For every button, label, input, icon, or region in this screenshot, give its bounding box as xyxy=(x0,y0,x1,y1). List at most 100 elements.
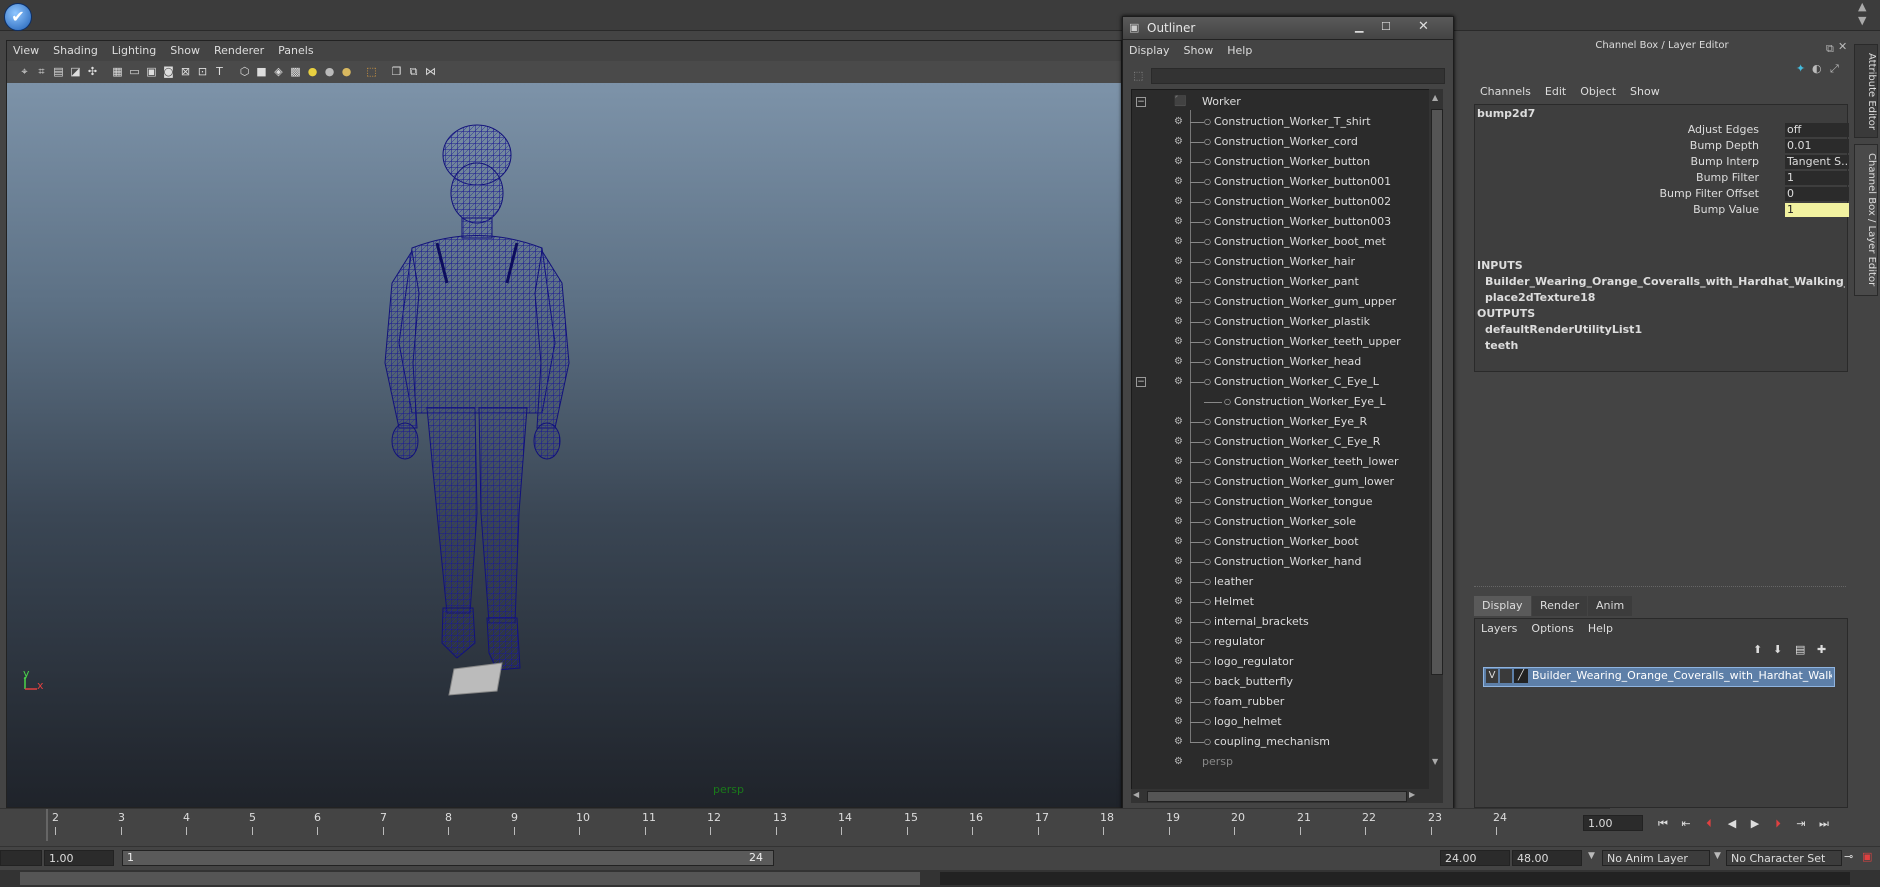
maya-logo-icon[interactable]: ✔ xyxy=(4,3,32,31)
outliner-item-camera[interactable]: ⚙ persp xyxy=(1132,752,1430,772)
move-layer-up-icon[interactable]: ⬆ xyxy=(1753,643,1762,656)
outliner-item[interactable]: ⚙ ○ foam_rubber xyxy=(1132,692,1430,712)
outliner-search-input[interactable] xyxy=(1151,68,1445,84)
current-frame-field[interactable]: 1.00 xyxy=(1583,815,1643,831)
xray-active-components-icon[interactable]: ⋈ xyxy=(423,64,438,79)
outliner-tree[interactable]: − ⬛ Worker ⚙ ○ Construction_Worker_T_shirt ⚙ ○ C… xyxy=(1131,89,1431,791)
maximize-window-icon[interactable]: ☐ xyxy=(1381,20,1391,33)
manipulator-icon[interactable]: ✦ xyxy=(1796,62,1805,75)
collapse-icon[interactable]: − xyxy=(1136,377,1146,387)
menu-shading[interactable]: Shading xyxy=(47,41,106,57)
smooth-shade-icon[interactable]: ■ xyxy=(254,64,269,79)
scroll-thumb[interactable] xyxy=(1431,109,1443,675)
outliner-menu-help[interactable]: Help xyxy=(1221,41,1260,57)
xray-icon[interactable]: ❐ xyxy=(389,64,404,79)
outliner-item[interactable]: ⚙ ○ leather xyxy=(1132,572,1430,592)
speed-icon[interactable]: ◐ xyxy=(1812,62,1822,75)
outliner-vertical-scrollbar[interactable]: ▲ ▼ xyxy=(1429,89,1443,789)
outliner-item[interactable]: ⚙ ○ Construction_Worker_teeth_upper xyxy=(1132,332,1430,352)
outliner-item[interactable]: ⚙ ○ Construction_Worker_T_shirt xyxy=(1132,112,1430,132)
wireframe-on-shaded-icon[interactable]: ◈ xyxy=(271,64,286,79)
outliner-menu-display[interactable]: Display xyxy=(1123,41,1178,57)
output-node-0[interactable]: defaultRenderUtilityList1 xyxy=(1485,323,1845,336)
range-end-field[interactable]: 24.00 xyxy=(1440,850,1510,866)
attribute-value-field[interactable]: 0 xyxy=(1785,187,1849,201)
wireframe-icon[interactable]: ⬡ xyxy=(237,64,252,79)
outliner-item[interactable]: ⚙ ○ Construction_Worker_button003 xyxy=(1132,212,1430,232)
preferences-icon[interactable]: ▣ xyxy=(1862,850,1872,863)
attribute-label[interactable]: Bump Filter Offset xyxy=(1660,187,1760,200)
range-slider-end[interactable]: 24 xyxy=(749,851,763,864)
outliner-item[interactable]: ⚙ ○ Construction_Worker_button xyxy=(1132,152,1430,172)
outliner-item[interactable]: ⚙ ○ coupling_mechanism xyxy=(1132,732,1430,752)
3d-scene-view[interactable]: y x persp xyxy=(7,83,1121,807)
use-all-lights-icon[interactable]: ● xyxy=(305,64,320,79)
isolate-select-icon[interactable]: ⬚ xyxy=(364,64,379,79)
outliner-item[interactable]: ⚙ ○ back_butterfly xyxy=(1132,672,1430,692)
range-slider-start[interactable]: 1 xyxy=(127,851,134,864)
display-layer-row[interactable]: V ╱ Builder_Wearing_Orange_Coveralls_wit… xyxy=(1483,667,1835,687)
new-layer-from-selection-icon[interactable]: ✚ xyxy=(1817,643,1826,656)
layer-visibility-toggle[interactable]: V xyxy=(1486,669,1498,683)
auto-key-icon[interactable]: ⊸ xyxy=(1844,850,1853,863)
scroll-left-icon[interactable]: ◀ xyxy=(1133,790,1139,799)
scroll-up-icon[interactable]: ▲ xyxy=(1432,93,1438,102)
outliner-item[interactable]: ⚙ ○ logo_helmet xyxy=(1132,712,1430,732)
step-back-key-icon[interactable]: ⇤ xyxy=(1676,815,1696,833)
menu-lighting[interactable]: Lighting xyxy=(106,41,164,57)
filter-icon[interactable]: ⬚ xyxy=(1133,69,1143,82)
outliner-item[interactable]: ⚙ ○ Construction_Worker_boot_met xyxy=(1132,232,1430,252)
attribute-label[interactable]: Bump Value xyxy=(1693,203,1759,216)
outliner-item[interactable]: ⚙ ○ Construction_Worker_hair xyxy=(1132,252,1430,272)
time-slider[interactable]: 2 3 4 5 6 7 8 9 10 11 12 13 14 15 16 17 18 19 20 21 22 23 24 xyxy=(0,808,1610,841)
outliner-item[interactable]: ⚙ ○ regulator xyxy=(1132,632,1430,652)
move-layer-down-icon[interactable]: ⬇ xyxy=(1773,643,1782,656)
close-window-icon[interactable]: ✕ xyxy=(1418,19,1429,34)
input-node-0[interactable]: Builder_Wearing_Orange_Coveralls_with_Ha… xyxy=(1485,275,1845,288)
attribute-label[interactable]: Bump Filter xyxy=(1696,171,1759,184)
attribute-label[interactable]: Bump Interp xyxy=(1690,155,1759,168)
outliner-item[interactable]: ⚙ ○ Construction_Worker_button002 xyxy=(1132,192,1430,212)
resolution-gate-icon[interactable]: ▣ xyxy=(144,64,159,79)
outliner-horizontal-scrollbar[interactable]: ◀ ▶ xyxy=(1131,789,1443,803)
outliner-item[interactable]: ⚙ ○ Construction_Worker_boot xyxy=(1132,532,1430,552)
character-set-selector[interactable]: No Character Set xyxy=(1726,850,1842,866)
outliner-item[interactable]: ⚙ ○ Construction_Worker_plastik xyxy=(1132,312,1430,332)
outliner-item[interactable]: ⚙ ○ Construction_Worker_Eye_R xyxy=(1132,412,1430,432)
anim-end-field[interactable]: 48.00 xyxy=(1512,850,1582,866)
start-time-field[interactable] xyxy=(0,850,42,866)
scroll-right-icon[interactable]: ▶ xyxy=(1409,790,1415,799)
go-to-end-icon[interactable]: ⏭ xyxy=(1814,815,1834,833)
node-name[interactable]: bump2d7 xyxy=(1477,107,1535,120)
outliner-title-bar[interactable]: ▣ Outliner ▁ ☐ ✕ xyxy=(1123,17,1453,40)
attribute-value-field[interactable]: off xyxy=(1785,123,1849,137)
tab-attribute-editor[interactable]: Attribute Editor xyxy=(1854,44,1878,138)
outliner-item[interactable]: ⚙ ○ Construction_Worker_button001 xyxy=(1132,172,1430,192)
attribute-label[interactable]: Adjust Edges xyxy=(1688,123,1759,136)
outliner-menu-show[interactable]: Show xyxy=(1178,41,1222,57)
attribute-value-field[interactable]: 0.01 xyxy=(1785,139,1849,153)
menu-edit[interactable]: Edit xyxy=(1539,82,1574,98)
go-to-start-icon[interactable]: ⏮ xyxy=(1653,815,1673,833)
menu-layers[interactable]: Layers xyxy=(1475,619,1525,635)
outliner-item[interactable]: ⚙ ○ Construction_Worker_gum_lower xyxy=(1132,472,1430,492)
outliner-item[interactable]: ⚙ ○ Construction_Worker_C_Eye_R xyxy=(1132,432,1430,452)
outliner-item[interactable]: ⚙ ○ logo_regulator xyxy=(1132,652,1430,672)
image-plane-icon[interactable]: ◪ xyxy=(68,64,83,79)
outliner-item[interactable]: ⚙ ○ Construction_Worker_teeth_lower xyxy=(1132,452,1430,472)
outliner-item[interactable]: ⚙ ○ Helmet xyxy=(1132,592,1430,612)
float-panel-icon[interactable]: ⧉ xyxy=(1826,42,1834,56)
outliner-item[interactable]: ⚙ ○ Construction_Worker_cord xyxy=(1132,132,1430,152)
two-d-pan-icon[interactable]: ✣ xyxy=(85,64,100,79)
safe-title-icon[interactable]: T xyxy=(212,64,227,79)
outliner-item[interactable]: ○ Construction_Worker_Eye_L xyxy=(1132,392,1430,412)
panel-splitter[interactable] xyxy=(1474,586,1846,591)
layer-name[interactable]: Builder_Wearing_Orange_Coveralls_with_Ha… xyxy=(1532,669,1832,682)
outliner-item[interactable]: ⚙ ○ Construction_Worker_sole xyxy=(1132,512,1430,532)
scroll-down-arrow-icon[interactable]: ▼ xyxy=(1432,757,1438,766)
anim-layer-selector[interactable]: No Anim Layer xyxy=(1602,850,1710,866)
menu-options[interactable]: Options xyxy=(1525,619,1581,635)
tab-render[interactable]: Render xyxy=(1532,596,1588,616)
textured-icon[interactable]: ▩ xyxy=(288,64,303,79)
output-node-1[interactable]: teeth xyxy=(1485,339,1845,352)
